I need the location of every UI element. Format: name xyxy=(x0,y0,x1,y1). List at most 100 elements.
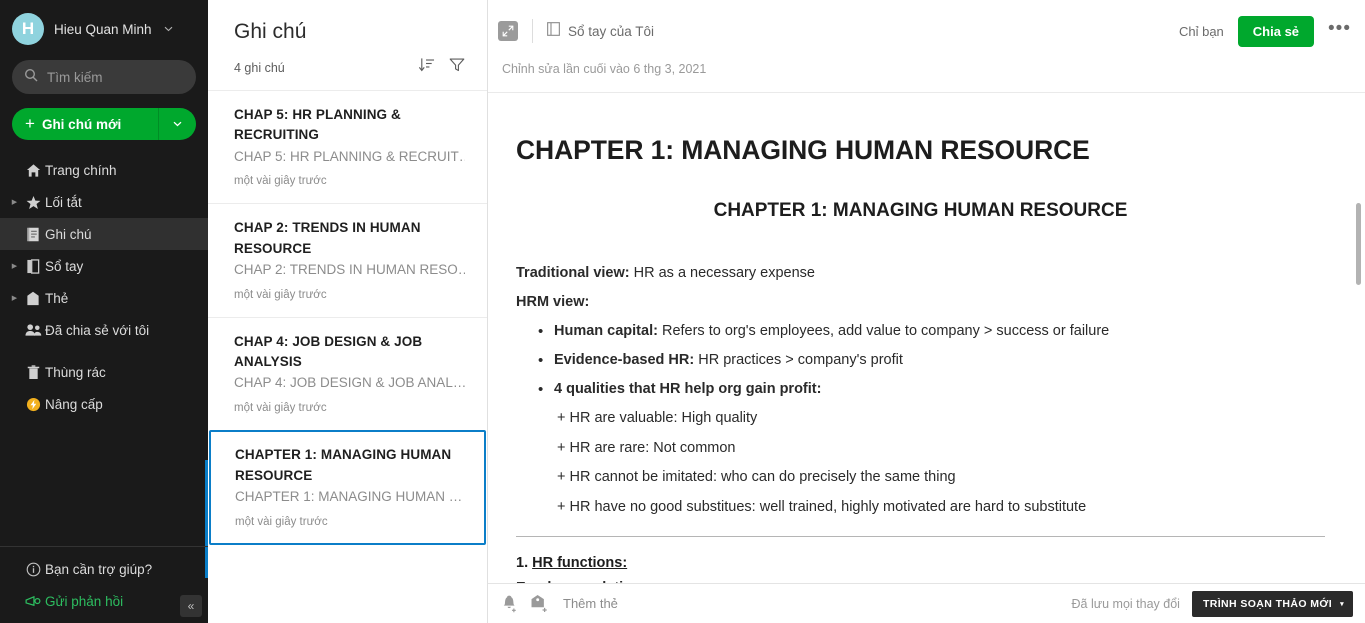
chevron-right-icon[interactable]: ▶ xyxy=(8,199,21,206)
note-count-label: 4 ghi chú xyxy=(234,60,285,75)
upgrade-bolt-icon xyxy=(21,397,45,412)
notebook-icon xyxy=(21,258,45,274)
list-item: 4 qualities that HR help org gain profit… xyxy=(516,378,1325,403)
list-item-text: Refers to org's employees, add value to … xyxy=(657,322,1110,339)
sidebar-item-label: Gửi phản hồi xyxy=(45,593,124,609)
plus-icon: + xyxy=(25,114,35,133)
expand-diagonal-icon[interactable] xyxy=(498,21,518,41)
note-title: CHAP 5: HR PLANNING & RECRUITING xyxy=(234,107,401,143)
note-list-item[interactable]: CHAP 2: TRENDS IN HUMAN RESOURCE CHAP 2:… xyxy=(208,203,487,316)
sidebar-item-help[interactable]: ▶ Bạn cần trợ giúp? xyxy=(0,553,208,585)
sidebar-item-label: Nâng cấp xyxy=(45,396,103,412)
privacy-label[interactable]: Chỉ bạn xyxy=(1179,24,1224,39)
sidebar-item-the[interactable]: ▶ Thẻ xyxy=(0,282,208,314)
toolbar-divider xyxy=(532,19,533,43)
bold-label: Employee relations: xyxy=(516,580,654,583)
search-input[interactable]: Tìm kiếm xyxy=(12,60,196,94)
sidebar-item-so-tay[interactable]: ▶ Sổ tay xyxy=(0,250,208,282)
note-time: một vài giây trước xyxy=(235,515,328,528)
note-snippet: CHAP 2: TRENDS IN HUMAN RESO… xyxy=(234,261,465,277)
saved-status-label: Đã lưu mọi thay đổi xyxy=(1071,596,1180,611)
search-placeholder: Tìm kiếm xyxy=(47,69,103,85)
sidebar-item-thung-rac[interactable]: ▶ Thùng rác xyxy=(0,356,208,388)
megaphone-icon xyxy=(21,595,45,608)
note-snippet: CHAP 4: JOB DESIGN & JOB ANAL… xyxy=(234,375,465,391)
add-reminder-bell-icon[interactable] xyxy=(500,594,519,613)
new-editor-badge[interactable]: TRÌNH SOẠN THẢO MỚI ▾ xyxy=(1191,590,1353,617)
list-item: Evidence-based HR: HR practices > compan… xyxy=(516,349,1325,374)
more-horizontal-icon[interactable]: ••• xyxy=(1328,19,1351,39)
new-note-button[interactable]: + Ghi chú mới xyxy=(12,108,196,140)
note-snippet: CHAP 5: HR PLANNING & RECRUIT… xyxy=(234,148,465,164)
note-title: CHAP 4: JOB DESIGN & JOB ANALYSIS xyxy=(234,333,423,370)
note-list-item-selected[interactable]: CHAPTER 1: MANAGING HUMAN RESOURCE CHAPT… xyxy=(209,430,486,545)
sidebar-item-label: Sổ tay xyxy=(45,258,84,274)
new-editor-badge-label: TRÌNH SOẠN THẢO MỚI xyxy=(1202,597,1333,610)
paragraph-hrm-view: HRM view: xyxy=(516,291,1325,315)
new-note-dropdown[interactable] xyxy=(158,108,196,140)
notebook-selector[interactable]: Sổ tay của Tôi xyxy=(547,21,655,41)
chevrons-left-icon: « xyxy=(187,599,195,613)
notebook-icon xyxy=(547,21,560,41)
list-item: Human capital: Refers to org's employees… xyxy=(516,320,1325,345)
chevron-down-icon: ▾ xyxy=(1340,600,1344,608)
paragraph-employee-relations: Employee relations: xyxy=(516,577,1325,583)
note-list-item[interactable]: CHAP 4: JOB DESIGN & JOB ANALYSIS CHAP 4… xyxy=(208,316,487,430)
note-time: một vài giây trước xyxy=(234,288,327,301)
note-content-area[interactable]: CHAPTER 1: MANAGING HUMAN RESOURCE CHAPT… xyxy=(488,93,1365,583)
collapse-sidebar-button[interactable]: « xyxy=(180,595,202,617)
new-note-main[interactable]: + Ghi chú mới xyxy=(12,108,158,140)
sub-line: + HR have no good substitues: well train… xyxy=(557,499,1087,516)
sidebar-item-loi-tat[interactable]: ▶ Lối tắt xyxy=(0,186,208,218)
sidebar-item-label: Trang chính xyxy=(45,162,117,178)
sub-line: + HR are valuable: High quality xyxy=(557,409,758,426)
note-editor: Sổ tay của Tôi Chỉ bạn Chia sẻ ••• Chỉnh… xyxy=(488,0,1365,623)
sidebar-item-label: Ghi chú xyxy=(45,226,92,242)
app-root: H Hieu Quan Minh Tìm kiếm + Ghi chú mới xyxy=(0,0,1365,623)
add-tag-icon[interactable] xyxy=(530,594,549,613)
sidebar-footer: ▶ Bạn cần trợ giúp? ▶ Gửi phản hồi « xyxy=(0,546,208,623)
sidebar-item-da-chia-se-voi-toi[interactable]: ▶ Đã chia sẻ với tôi xyxy=(0,314,208,346)
search-icon xyxy=(24,68,38,87)
sidebar-item-trang-chinh[interactable]: ▶ Trang chính xyxy=(0,154,208,186)
bold-label: 4 qualities that HR help org gain profit… xyxy=(554,380,822,397)
sidebar-nav: ▶ Trang chính ▶ Lối tắt ▶ Ghi chú xyxy=(0,154,208,420)
paragraph-traditional-view: Traditional view: HR as a necessary expe… xyxy=(516,262,1325,286)
sidebar-item-label: Thùng rác xyxy=(45,364,106,380)
share-button[interactable]: Chia sẻ xyxy=(1237,15,1315,47)
editor-statusbar: Thêm thẻ Đã lưu mọi thay đổi TRÌNH SOẠN … xyxy=(488,583,1365,623)
add-tag-label[interactable]: Thêm thẻ xyxy=(563,596,618,611)
info-icon xyxy=(21,562,45,577)
note-document[interactable]: CHAPTER 1: MANAGING HUMAN RESOURCE CHAPT… xyxy=(516,93,1325,583)
note-icon xyxy=(21,227,45,242)
sidebar-item-label: Đã chia sẻ với tôi xyxy=(45,322,150,338)
numbered-heading-underlined: HR functions: xyxy=(532,555,628,572)
account-switcher[interactable]: H Hieu Quan Minh xyxy=(0,0,208,58)
chevron-down-icon xyxy=(164,25,173,34)
sidebar-item-ghi-chu[interactable]: ▶ Ghi chú xyxy=(0,218,208,250)
editor-toolbar: Sổ tay của Tôi Chỉ bạn Chia sẻ ••• xyxy=(488,0,1365,62)
notebook-name: Sổ tay của Tôi xyxy=(568,23,655,39)
editor-scrollbar[interactable] xyxy=(1356,203,1361,285)
tag-icon xyxy=(21,291,45,306)
editor-toolbar-right: Chỉ bạn Chia sẻ ••• xyxy=(1179,15,1351,47)
numbered-heading: 1. HR functions: xyxy=(516,555,1325,571)
sidebar: H Hieu Quan Minh Tìm kiếm + Ghi chú mới xyxy=(0,0,208,623)
new-note-label: Ghi chú mới xyxy=(41,116,122,132)
star-icon xyxy=(21,195,45,210)
note-snippet: CHAPTER 1: MANAGING HUMAN … xyxy=(235,488,463,504)
people-icon xyxy=(21,323,45,337)
chevron-right-icon[interactable]: ▶ xyxy=(8,263,21,270)
chevron-right-icon[interactable]: ▶ xyxy=(8,295,21,302)
sidebar-item-nang-cap[interactable]: ▶ Nâng cấp xyxy=(0,388,208,420)
note-list-item[interactable]: CHAP 5: HR PLANNING & RECRUITING CHAP 5:… xyxy=(208,90,487,203)
avatar-initial: H xyxy=(21,19,35,38)
home-icon xyxy=(21,163,45,178)
bold-label: Evidence-based HR: xyxy=(554,351,695,368)
sort-descending-icon[interactable] xyxy=(418,57,435,78)
note-title: CHAP 2: TRENDS IN HUMAN RESOURCE xyxy=(234,220,421,256)
horizontal-rule xyxy=(516,536,1325,538)
filter-funnel-icon[interactable] xyxy=(449,57,465,78)
sidebar-item-feedback[interactable]: ▶ Gửi phản hồi xyxy=(0,585,208,617)
